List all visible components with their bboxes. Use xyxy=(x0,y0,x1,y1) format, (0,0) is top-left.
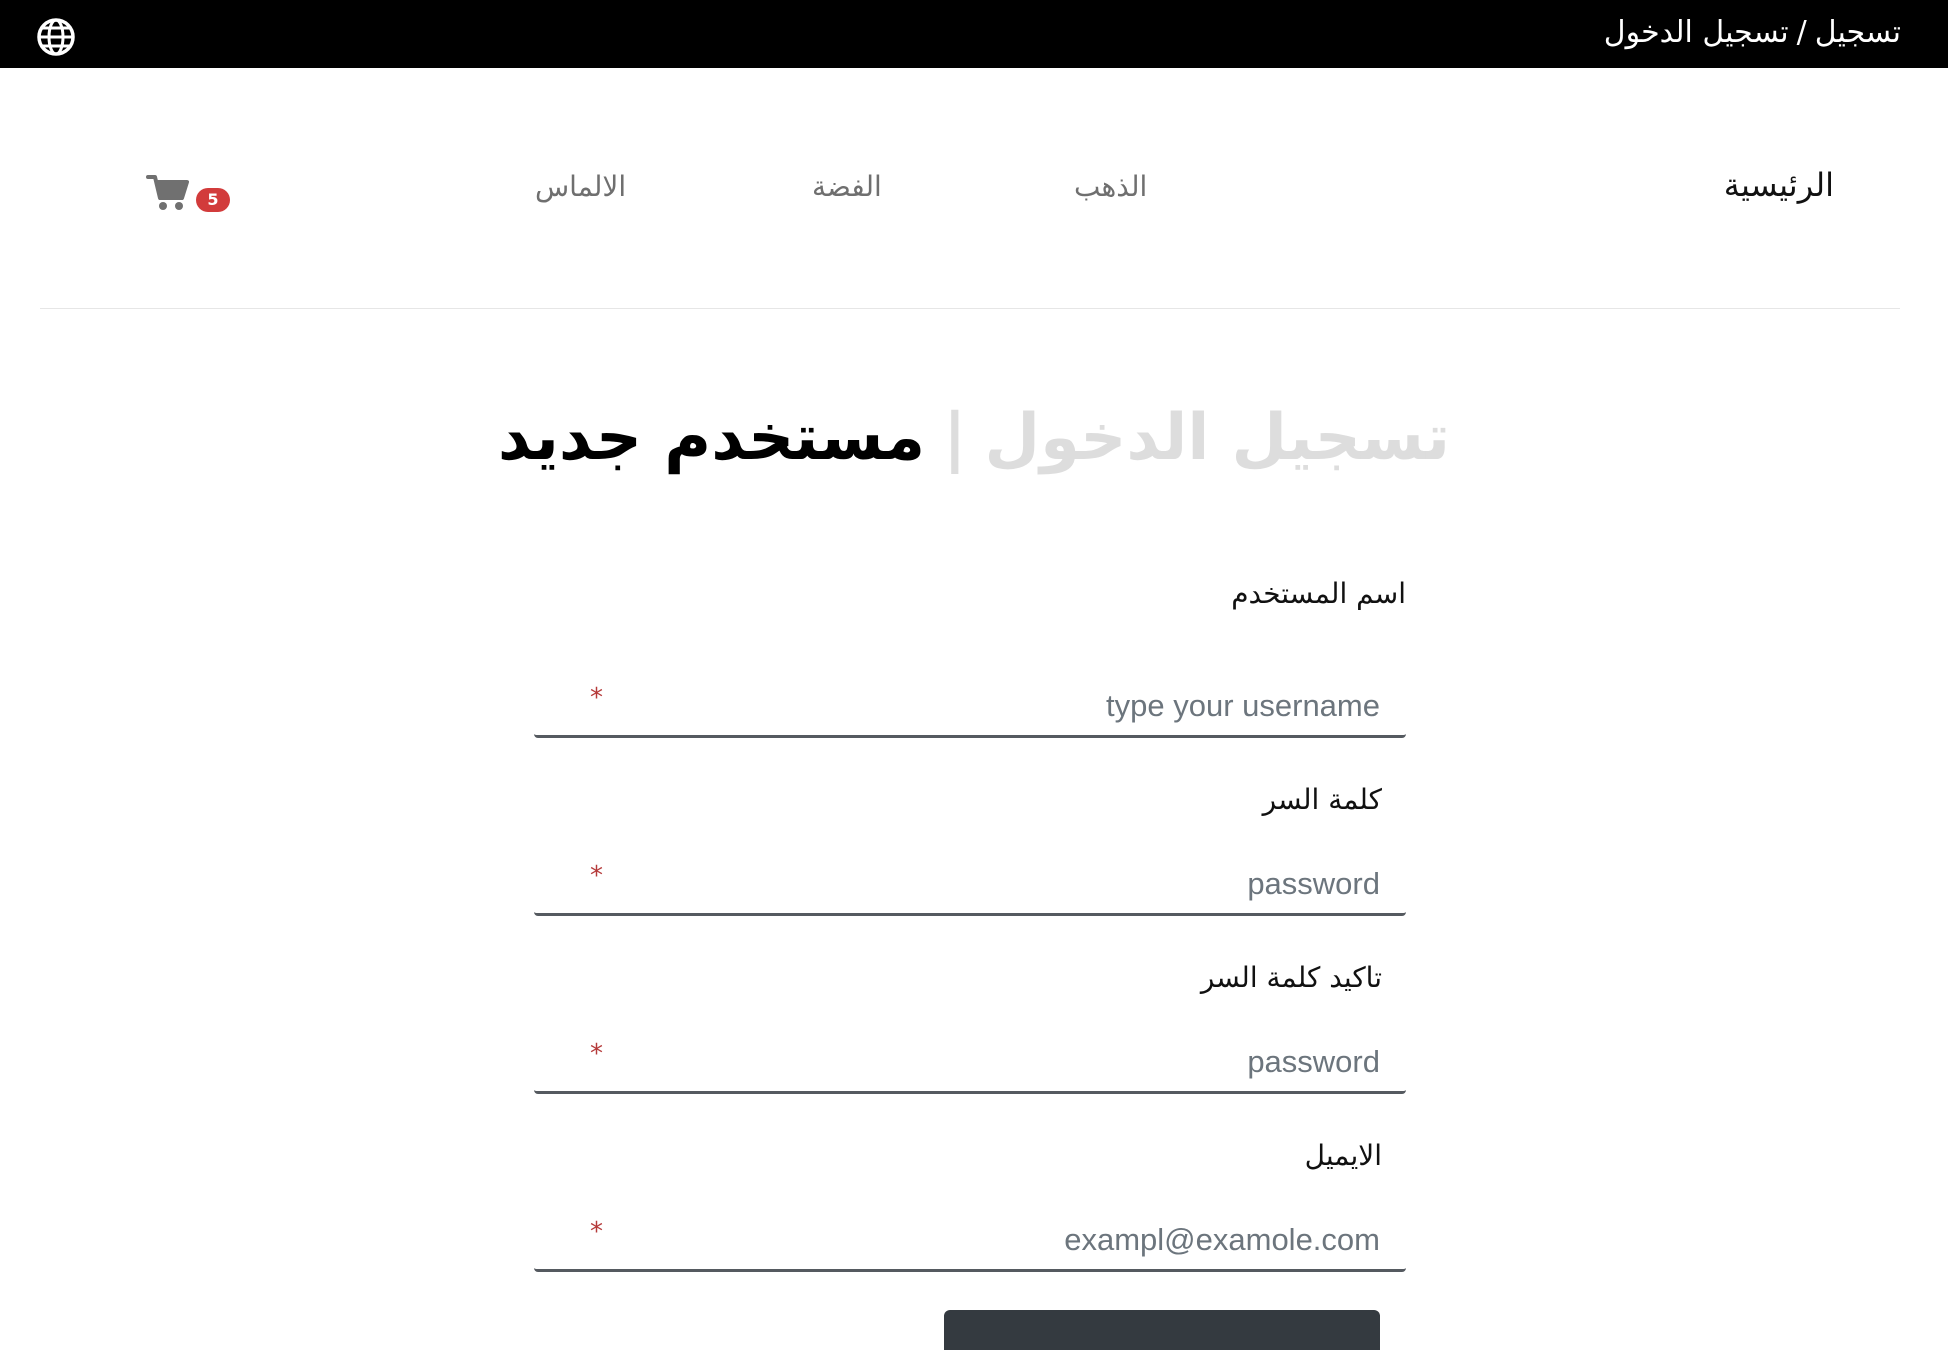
confirm-password-required-mark: * xyxy=(590,1039,603,1069)
breadcrumb-register[interactable]: تسجيل xyxy=(1815,15,1901,50)
breadcrumb-separator: / xyxy=(1796,15,1807,50)
globe-icon[interactable] xyxy=(36,17,76,57)
username-required-mark: * xyxy=(590,683,603,713)
confirm-password-field: * xyxy=(534,1028,1406,1094)
email-label: الايميل xyxy=(1304,1139,1382,1172)
tab-register[interactable]: مستخدم جديد xyxy=(498,401,925,475)
username-label: اسم المستخدم xyxy=(1231,577,1406,610)
email-field: * xyxy=(534,1206,1406,1272)
nav-silver-link[interactable]: الفضة xyxy=(812,168,882,206)
cart-icon xyxy=(146,175,189,210)
password-label: كلمة السر xyxy=(1262,783,1382,816)
breadcrumb: تسجيل/تسجيل الدخول xyxy=(1604,13,1901,53)
nav-gold-link[interactable]: الذهب xyxy=(1074,168,1147,206)
password-input[interactable] xyxy=(614,858,1382,910)
cart-count-badge: 5 xyxy=(196,188,230,212)
confirm-password-label: تاكيد كلمة السر xyxy=(1200,961,1382,994)
email-required-mark: * xyxy=(590,1217,603,1247)
submit-button[interactable] xyxy=(944,1310,1380,1350)
email-input[interactable] xyxy=(614,1214,1382,1266)
auth-tabs: تسجيل الدخول|مستخدم جديد xyxy=(0,398,1948,478)
password-field: * xyxy=(534,850,1406,916)
confirm-password-input[interactable] xyxy=(614,1036,1382,1088)
breadcrumb-login[interactable]: تسجيل الدخول xyxy=(1604,15,1789,50)
nav-diamond-link[interactable]: الالماس xyxy=(535,168,626,206)
cart-button[interactable]: 5 xyxy=(146,172,236,216)
tab-separator: | xyxy=(943,401,967,475)
password-required-mark: * xyxy=(590,861,603,891)
nav-home-link[interactable]: الرئيسية xyxy=(1724,166,1834,204)
top-bar: تسجيل/تسجيل الدخول xyxy=(0,0,1948,68)
tab-login[interactable]: تسجيل الدخول xyxy=(985,401,1451,475)
username-input[interactable] xyxy=(614,680,1382,732)
header-divider xyxy=(40,308,1900,309)
username-field: * xyxy=(534,672,1406,738)
